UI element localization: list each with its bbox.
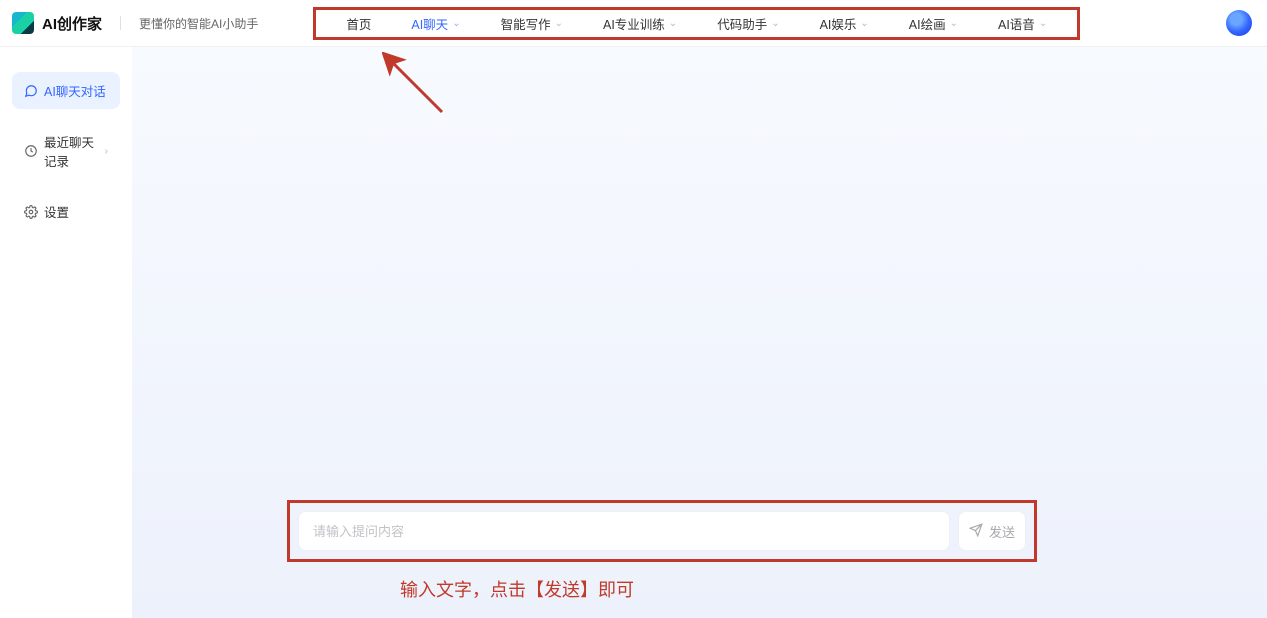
tagline: 更懂你的智能AI小助手 [139, 15, 258, 32]
body: AI聊天对话 最近聊天记录 › 设置 [0, 47, 1267, 618]
top-nav: 首页 AI聊天 ⌄ 智能写作 ⌄ AI专业训练 ⌄ 代码助手 ⌄ AI娱乐 ⌄ [313, 0, 1080, 46]
send-icon [969, 523, 983, 540]
chevron-down-icon: ⌄ [1039, 18, 1047, 29]
chevron-down-icon: ⌄ [669, 18, 677, 29]
main-area: 发送 输入文字，点击【发送】即可 [132, 47, 1267, 618]
nav-label: AI专业训练 [603, 14, 665, 33]
header: AI创作家 更懂你的智能AI小助手 首页 AI聊天 ⌄ 智能写作 ⌄ AI专业训… [0, 0, 1267, 47]
nav-home[interactable]: 首页 [326, 10, 391, 37]
chevron-right-icon: › [105, 146, 108, 157]
nav-label: 智能写作 [501, 14, 551, 33]
chevron-down-icon: ⌄ [771, 18, 779, 29]
send-button-label: 发送 [989, 522, 1015, 541]
input-highlight-box: 发送 [287, 500, 1037, 562]
annotation-arrow [382, 52, 462, 132]
avatar[interactable] [1226, 10, 1252, 36]
nav-label: AI绘画 [909, 14, 946, 33]
nav-ai-training[interactable]: AI专业训练 ⌄ [583, 10, 697, 37]
clock-icon [24, 144, 38, 158]
sidebar-item-chat[interactable]: AI聊天对话 [12, 72, 120, 109]
nav-code-assist[interactable]: 代码助手 ⌄ [697, 10, 799, 37]
logo-area: AI创作家 更懂你的智能AI小助手 [12, 12, 258, 34]
divider [120, 16, 121, 30]
nav-label: AI娱乐 [820, 14, 857, 33]
sidebar-item-label: 设置 [44, 202, 69, 221]
gear-icon [24, 205, 38, 219]
sidebar-item-recent[interactable]: 最近聊天记录 › [12, 123, 120, 179]
prompt-input[interactable] [298, 511, 950, 551]
chevron-down-icon: ⌄ [860, 18, 868, 29]
nav-label: AI聊天 [411, 14, 448, 33]
nav-label: AI语音 [998, 14, 1035, 33]
app-title: AI创作家 [42, 13, 102, 34]
logo-icon [12, 12, 34, 34]
chevron-down-icon: ⌄ [555, 18, 563, 29]
send-button[interactable]: 发送 [958, 511, 1026, 551]
chat-icon [24, 84, 38, 98]
nav-smart-write[interactable]: 智能写作 ⌄ [481, 10, 583, 37]
nav-ai-chat[interactable]: AI聊天 ⌄ [391, 10, 480, 37]
sidebar: AI聊天对话 最近聊天记录 › 设置 [0, 47, 132, 618]
nav-highlight-box: 首页 AI聊天 ⌄ 智能写作 ⌄ AI专业训练 ⌄ 代码助手 ⌄ AI娱乐 ⌄ [313, 7, 1080, 40]
nav-ai-voice[interactable]: AI语音 ⌄ [978, 10, 1067, 37]
nav-ai-draw[interactable]: AI绘画 ⌄ [889, 10, 978, 37]
nav-label: 首页 [346, 14, 371, 33]
annotation-helper-text: 输入文字，点击【发送】即可 [400, 576, 634, 602]
chevron-down-icon: ⌄ [950, 18, 958, 29]
sidebar-item-label: AI聊天对话 [44, 81, 106, 100]
sidebar-item-label: 最近聊天记录 [44, 132, 99, 170]
nav-label: 代码助手 [717, 14, 767, 33]
chevron-down-icon: ⌄ [452, 18, 460, 29]
sidebar-item-settings[interactable]: 设置 [12, 193, 120, 230]
nav-ai-entertain[interactable]: AI娱乐 ⌄ [800, 10, 889, 37]
